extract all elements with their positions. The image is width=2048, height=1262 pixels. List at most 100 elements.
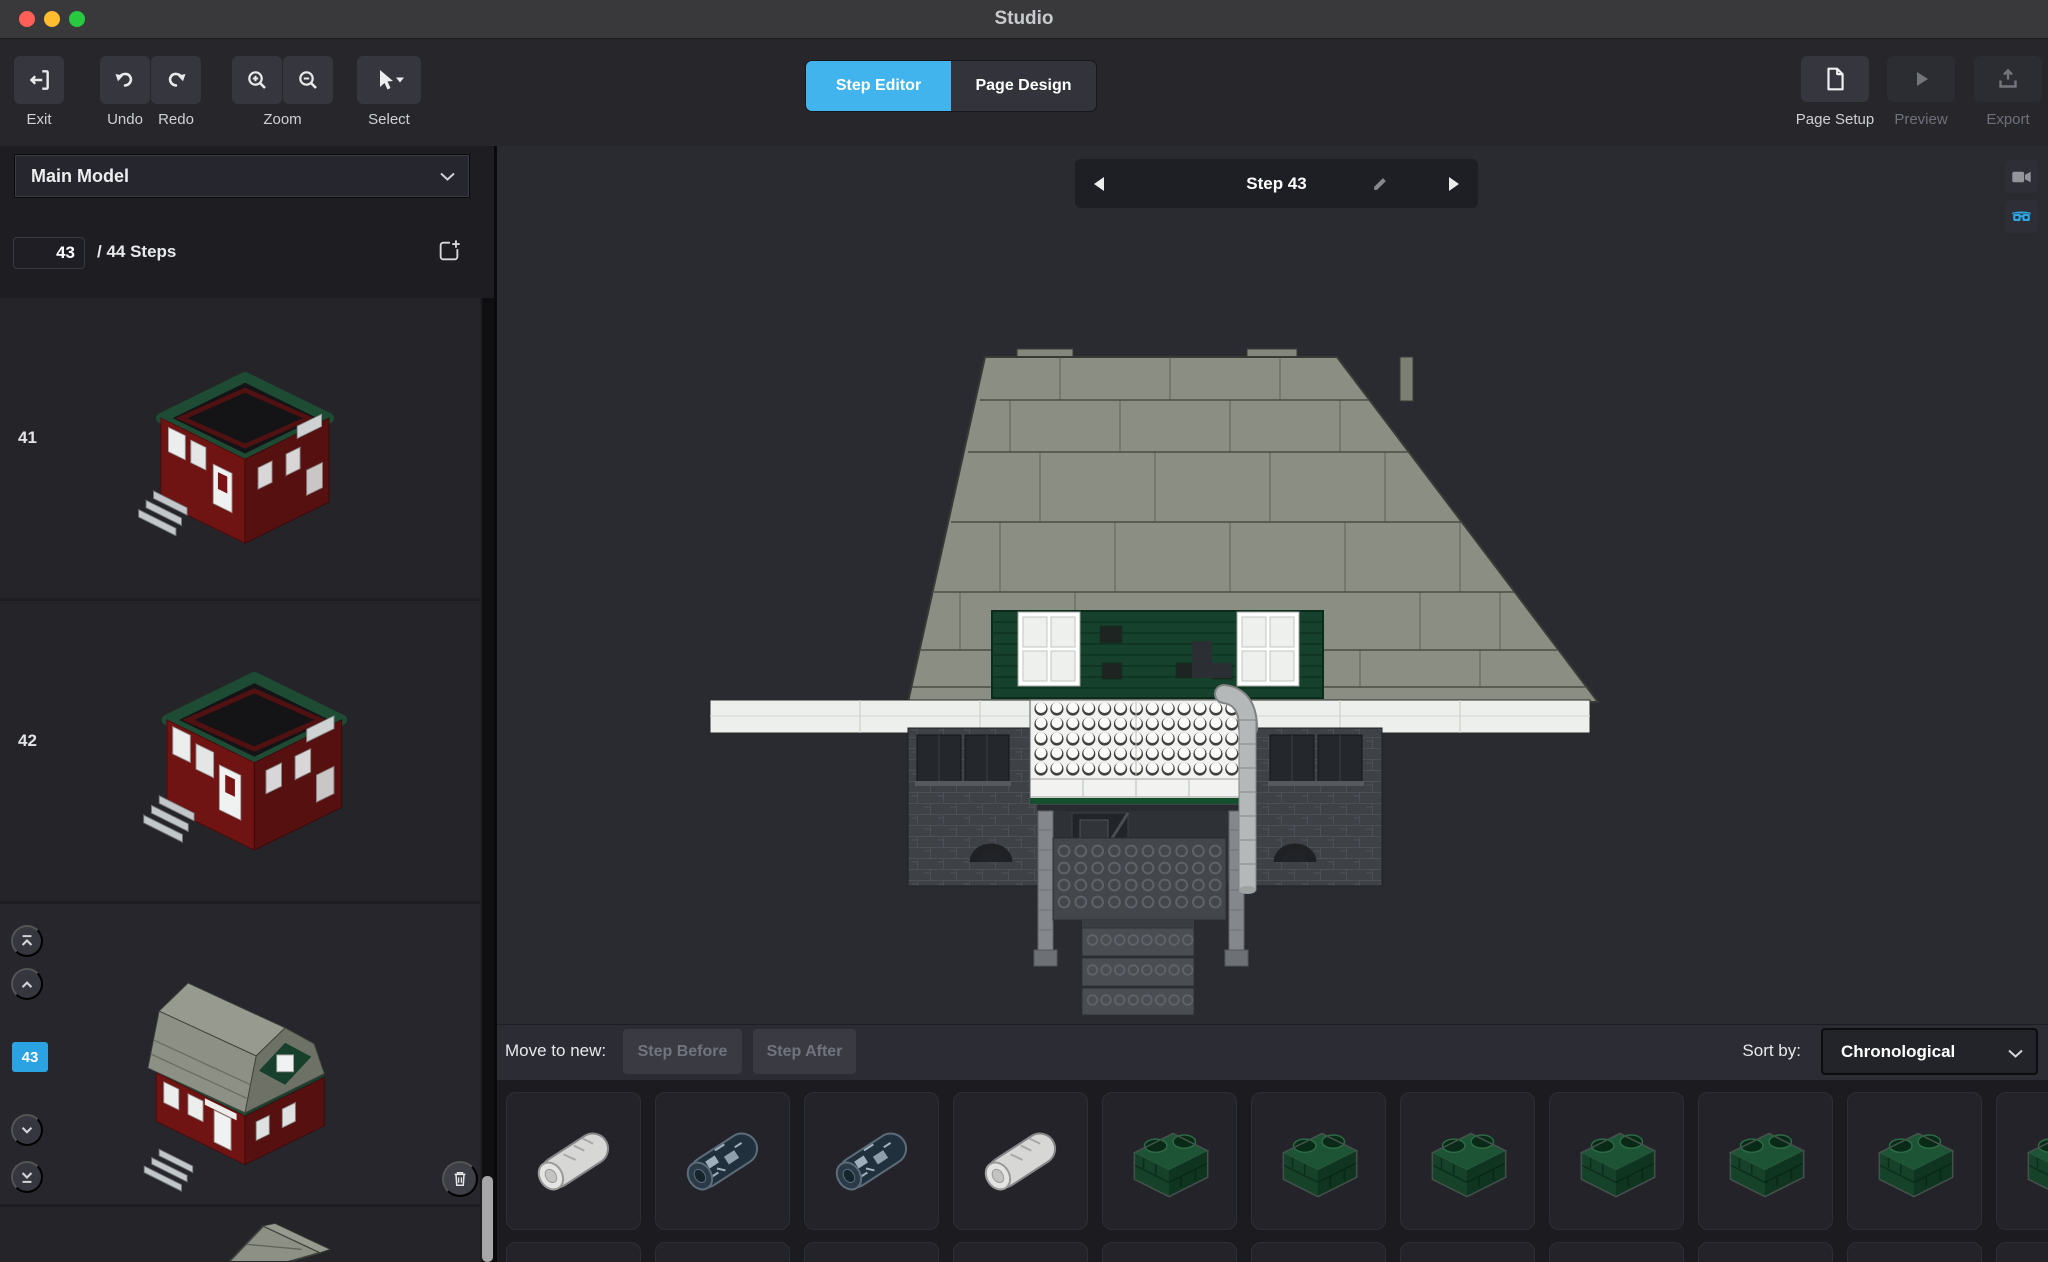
tab-step-editor[interactable]: Step Editor — [806, 61, 951, 111]
brick-1x2-masonry-green-part-image — [1412, 1105, 1524, 1217]
zoom-out-button[interactable] — [283, 56, 333, 104]
move-step-to-bottom-button[interactable] — [11, 1161, 43, 1193]
tab-page-design[interactable]: Page Design — [951, 61, 1096, 111]
move-step-down-button[interactable] — [11, 1114, 43, 1146]
glasses-icon — [2011, 209, 2032, 225]
part-tile-clipped[interactable] — [1400, 1242, 1535, 1262]
exit-label: Exit — [14, 111, 64, 128]
part-tile-clipped[interactable] — [1102, 1242, 1237, 1262]
stone-wall-left — [908, 728, 1038, 886]
part-tile-brick-1x2-masonry-green[interactable] — [1996, 1092, 2048, 1230]
sort-order-dropdown[interactable]: Chronological — [1821, 1028, 2038, 1075]
step-row-41[interactable]: 41 — [0, 298, 480, 598]
parts-palette — [497, 1080, 2048, 1262]
zoom-out-icon — [296, 68, 320, 92]
step-row-43[interactable]: 43 — [0, 904, 480, 1204]
brick-1x2-masonry-green-part-image — [1114, 1105, 1226, 1217]
export-label: Export — [1974, 111, 2042, 128]
export-icon — [1996, 67, 2020, 91]
page-setup-button[interactable] — [1801, 56, 1869, 102]
exit-button[interactable] — [14, 56, 64, 104]
part-tile-clipped[interactable] — [804, 1242, 939, 1262]
lego-house-render — [600, 330, 1700, 1024]
part-tile-cylinder-white[interactable] — [506, 1092, 641, 1230]
part-tile-clipped[interactable] — [1549, 1242, 1684, 1262]
step-row-number: 41 — [18, 428, 37, 448]
redo-label: Redo — [151, 111, 201, 128]
porch-roof-plate — [1030, 700, 1242, 804]
titlebar: Studio — [0, 0, 2048, 39]
part-tile-clipped[interactable] — [506, 1242, 641, 1262]
brick-1x2-masonry-green-part-image — [1859, 1105, 1971, 1217]
camera-icon — [2011, 168, 2032, 186]
steps-sidebar: Main Model / 44 Steps 41 — [0, 146, 497, 1262]
steps-total-label: / 44 Steps — [97, 242, 176, 262]
part-tile-clipped[interactable] — [655, 1242, 790, 1262]
rename-step-button[interactable] — [1363, 167, 1397, 201]
step-after-button[interactable]: Step After — [753, 1029, 856, 1074]
export-button[interactable] — [1974, 56, 2042, 102]
part-tile-brick-1x2-masonry-green[interactable] — [1251, 1092, 1386, 1230]
chevron-up-icon — [19, 977, 35, 991]
page-setup-icon — [1822, 66, 1848, 92]
sidebar-scrollbar-thumb[interactable] — [482, 1176, 493, 1262]
mode-switch: Step Editor Page Design — [805, 60, 1097, 112]
3d-glasses-button[interactable] — [2005, 200, 2038, 233]
part-tile-cylinder-printed-dark[interactable] — [655, 1092, 790, 1230]
step-actions-bar: Move to new: Step Before Step After Sort… — [497, 1024, 2048, 1081]
move-to-new-label: Move to new: — [505, 1041, 606, 1061]
redo-button[interactable] — [151, 56, 201, 104]
arrow-right-icon — [1448, 176, 1460, 192]
part-tile-clipped[interactable] — [1251, 1242, 1386, 1262]
page-setup-label: Page Setup — [1790, 111, 1880, 128]
main-toolbar: Exit Undo Redo — [0, 39, 2048, 148]
step-before-button[interactable]: Step Before — [623, 1029, 742, 1074]
part-tile-brick-1x2-masonry-green[interactable] — [1847, 1092, 1982, 1230]
step-row-42[interactable]: 42 — [0, 601, 480, 901]
model-selector-value: Main Model — [31, 166, 129, 187]
preview-button[interactable] — [1887, 56, 1955, 102]
dormer-window-left — [1018, 612, 1080, 686]
undo-icon — [113, 68, 137, 92]
stone-wall-right — [1250, 728, 1382, 886]
undo-button[interactable] — [100, 56, 150, 104]
sort-order-value: Chronological — [1841, 1042, 1955, 1062]
step-42-thumbnail — [95, 611, 395, 891]
part-tile-brick-1x2-masonry-green[interactable] — [1102, 1092, 1237, 1230]
step-header-label: Step 43 — [1075, 159, 1478, 208]
part-tile-brick-1x2-masonry-green[interactable] — [1698, 1092, 1833, 1230]
part-tile-clipped[interactable] — [1996, 1242, 2048, 1262]
select-label: Select — [357, 111, 421, 128]
zoom-in-icon — [245, 68, 269, 92]
current-step-badge: 43 — [12, 1042, 48, 1072]
delete-step-button[interactable] — [442, 1161, 478, 1197]
cylinder-white-part-image — [518, 1105, 630, 1217]
exit-icon — [26, 67, 52, 93]
zoom-in-button[interactable] — [232, 56, 282, 104]
brick-1x2-masonry-green-part-image — [1263, 1105, 1375, 1217]
select-tool-button[interactable] — [357, 56, 421, 104]
part-tile-clipped[interactable] — [953, 1242, 1088, 1262]
next-step-button[interactable] — [1434, 159, 1474, 208]
part-tile-cylinder-white[interactable] — [953, 1092, 1088, 1230]
chevron-down-icon — [440, 172, 455, 181]
part-tile-clipped[interactable] — [1847, 1242, 1982, 1262]
part-tile-brick-1x2-masonry-green[interactable] — [1549, 1092, 1684, 1230]
move-step-up-button[interactable] — [11, 968, 43, 1000]
cylinder-printed-dark-part-image — [667, 1105, 779, 1217]
model-viewport[interactable]: Step 43 — [497, 146, 2048, 1024]
step-row-44-partial[interactable] — [0, 1207, 480, 1262]
add-step-button[interactable] — [430, 232, 468, 270]
move-step-to-top-button[interactable] — [11, 925, 43, 957]
part-tile-brick-1x2-masonry-green[interactable] — [1400, 1092, 1535, 1230]
chevron-down-icon — [19, 1123, 35, 1137]
step-44-thumbnail — [95, 1211, 395, 1261]
part-tile-cylinder-printed-dark[interactable] — [804, 1092, 939, 1230]
camera-view-button[interactable] — [2005, 160, 2038, 193]
current-step-input[interactable] — [13, 237, 85, 269]
cylinder-printed-dark-part-image — [816, 1105, 928, 1217]
part-tile-clipped[interactable] — [1698, 1242, 1833, 1262]
add-step-icon — [436, 236, 462, 266]
cursor-select-icon — [372, 68, 406, 92]
model-selector-dropdown[interactable]: Main Model — [14, 154, 470, 198]
